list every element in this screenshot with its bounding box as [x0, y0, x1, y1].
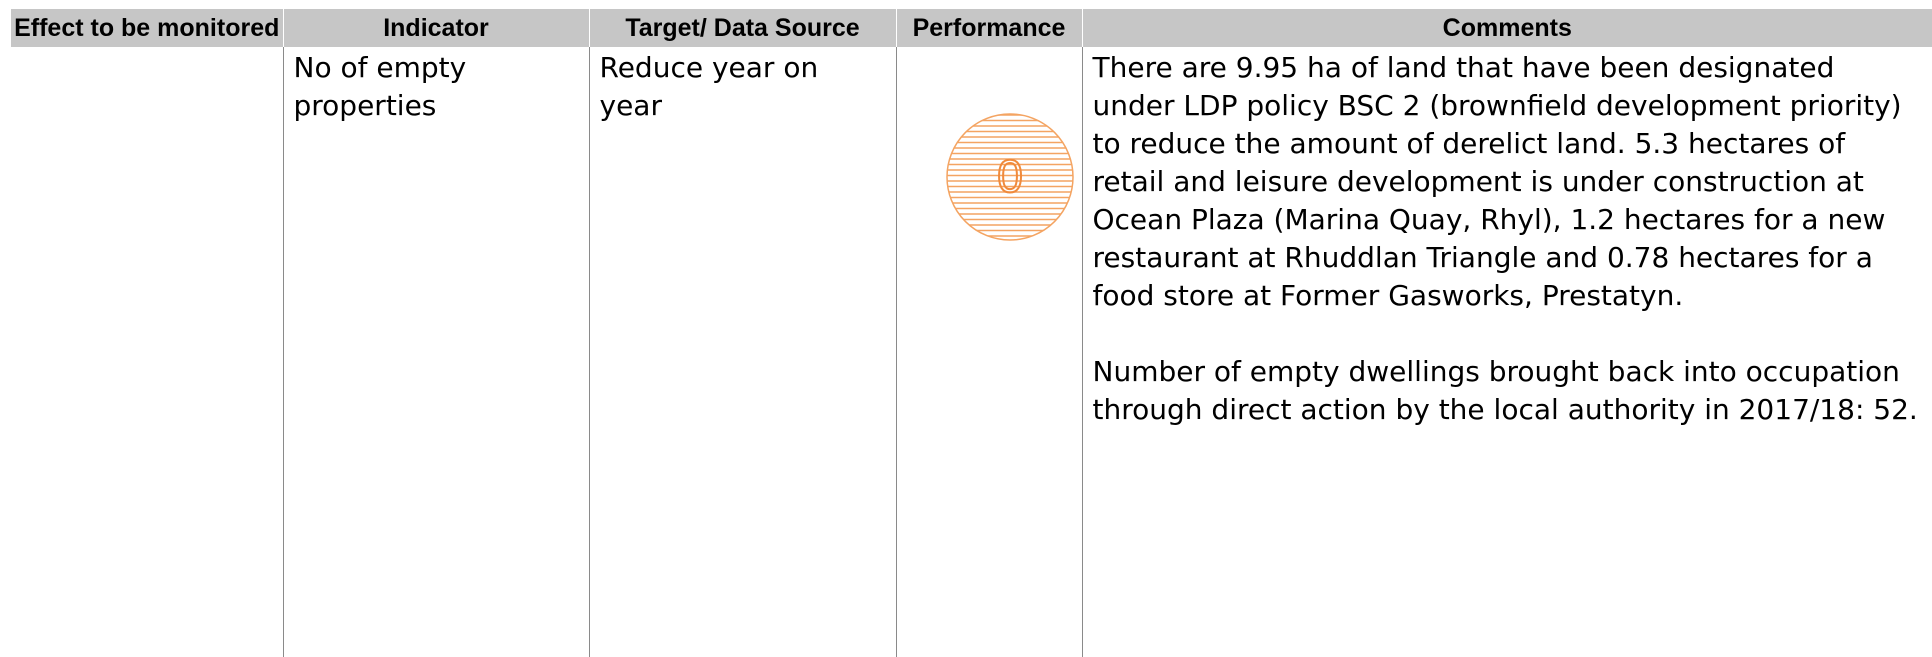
header-row: Effect to be monitored Indicator Target/… [11, 9, 1932, 47]
header-effect: Effect to be monitored [11, 9, 283, 47]
header-comments: Comments [1081, 9, 1932, 47]
header-target: Target/ Data Source [588, 9, 896, 47]
comment-paragraph-1: There are 9.95 ha of land that have been… [1092, 51, 1902, 312]
monitoring-table: Effect to be monitored Indicator Target/… [11, 9, 1932, 657]
header-performance: Performance [895, 9, 1082, 47]
header-indicator: Indicator [282, 9, 589, 47]
indicator-cell: No of empty properties [282, 47, 589, 657]
target-cell: Reduce year on year [588, 47, 896, 657]
performance-cell: 0 [895, 47, 1082, 657]
orange-striped-circle-rating-icon: 0 [945, 113, 1074, 241]
table-row: No of empty properties Reduce year on ye… [11, 47, 1932, 657]
comment-paragraph-2: Number of empty dwellings brought back i… [1092, 355, 1918, 426]
comments-cell: There are 9.95 ha of land that have been… [1081, 47, 1932, 657]
effect-cell [11, 47, 283, 657]
performance-rating: 0 [997, 150, 1023, 202]
